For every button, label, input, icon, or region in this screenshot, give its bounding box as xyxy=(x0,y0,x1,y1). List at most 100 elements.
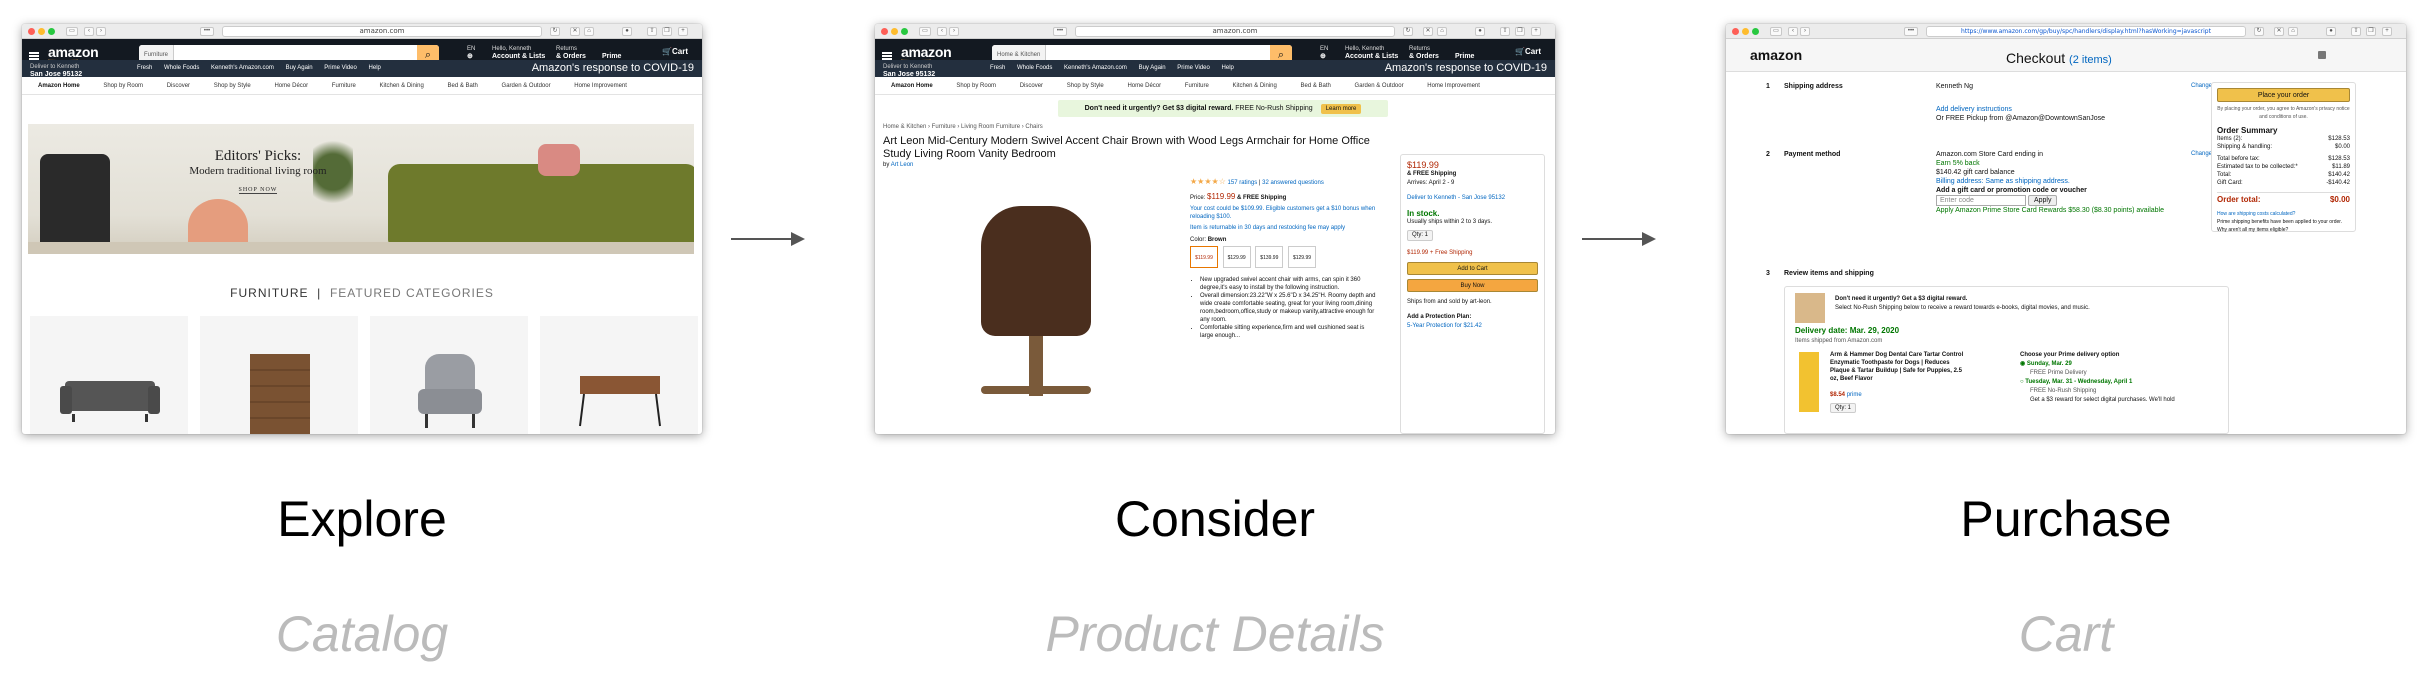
more-icon[interactable]: ••• xyxy=(1053,27,1067,36)
shop-now-link[interactable]: SHOP NOW xyxy=(238,187,278,194)
tabs-icon[interactable]: ❐ xyxy=(662,27,672,36)
minimize-window-button[interactable] xyxy=(891,28,898,35)
catnav-discover[interactable]: Discover xyxy=(167,83,190,89)
close-window-button[interactable] xyxy=(881,28,888,35)
nav-help[interactable]: Help xyxy=(369,65,381,71)
covid-link[interactable]: Amazon's response to COVID-19 xyxy=(1385,62,1547,74)
answered-questions-link[interactable]: 32 answered questions xyxy=(1262,180,1324,186)
home-icon[interactable]: ⌂ xyxy=(1437,27,1447,36)
stop-icon[interactable]: ✕ xyxy=(1423,27,1433,36)
delivery-option-1[interactable]: ◉ Sunday, Mar. 29 xyxy=(2020,360,2072,368)
add-to-cart-button[interactable]: Add to Cart xyxy=(1407,262,1538,275)
extension-icon[interactable]: ● xyxy=(2326,27,2336,36)
home-icon[interactable]: ⌂ xyxy=(2288,27,2298,36)
cart-button[interactable]: 🛒Cart xyxy=(662,47,688,56)
ratings-link[interactable]: 157 ratings xyxy=(1228,180,1258,186)
tabs-icon[interactable]: ❐ xyxy=(2366,27,2376,36)
item-name[interactable]: Arm & Hammer Dog Dental Care Tartar Cont… xyxy=(1830,351,1970,383)
buy-now-button[interactable]: Buy Now xyxy=(1407,279,1538,292)
address-bar[interactable]: https://www.amazon.com/gp/buy/spc/handle… xyxy=(1926,26,2246,37)
nav-fresh[interactable]: Fresh xyxy=(990,65,1005,71)
cost-note[interactable]: Your cost could be $109.99. Eligible cus… xyxy=(1190,205,1378,221)
shipping-calc-link[interactable]: How are shipping costs calculated? xyxy=(2217,210,2350,218)
forward-icon[interactable]: › xyxy=(949,27,959,36)
hamburger-menu-icon[interactable] xyxy=(882,52,892,60)
swatch-2[interactable]: $129.99 xyxy=(1222,246,1251,268)
new-tab-icon[interactable]: + xyxy=(1531,27,1541,36)
delivery-option-2[interactable]: ○ Tuesday, Mar. 31 - Wednesday, April 1 xyxy=(2020,378,2132,386)
nav-kenneths-amazon[interactable]: Kenneth's Amazon.com xyxy=(1064,65,1127,71)
extension-icon[interactable]: ● xyxy=(622,27,632,36)
nav-fresh[interactable]: Fresh xyxy=(137,65,152,71)
more-icon[interactable]: ••• xyxy=(1904,27,1918,36)
protection-plan-checkbox[interactable]: 5-Year Protection for $21.42 xyxy=(1407,322,1538,331)
catnav-bed-bath[interactable]: Bed & Bath xyxy=(1301,83,1331,89)
editors-picks-banner[interactable]: Editors' Picks: Modern traditional livin… xyxy=(28,124,694,254)
category-tile-desk[interactable] xyxy=(540,316,698,434)
nav-prime-video[interactable]: Prime Video xyxy=(1177,65,1210,71)
tabs-icon[interactable]: ❐ xyxy=(1515,27,1525,36)
nav-prime-video[interactable]: Prime Video xyxy=(324,65,357,71)
catnav-furniture[interactable]: Furniture xyxy=(332,83,356,89)
category-tile-dresser[interactable] xyxy=(200,316,358,434)
new-tab-icon[interactable]: + xyxy=(678,27,688,36)
sidebar-icon[interactable]: ▭ xyxy=(66,27,78,36)
catnav-shop-by-room[interactable]: Shop by Room xyxy=(103,83,143,89)
orders-link[interactable]: Returns & Orders xyxy=(1409,45,1439,61)
catnav-kitchen-dining[interactable]: Kitchen & Dining xyxy=(379,83,423,89)
new-tab-icon[interactable]: + xyxy=(2382,27,2392,36)
catnav-home-decor[interactable]: Home Décor xyxy=(274,83,308,89)
star-rating-icon[interactable]: ★★★★☆ xyxy=(1190,177,1226,186)
share-icon[interactable]: ⇧ xyxy=(647,27,657,36)
learn-more-button[interactable]: Learn more xyxy=(1320,104,1362,114)
quantity-select[interactable]: Qty: 1 xyxy=(1407,230,1434,241)
nav-whole-foods[interactable]: Whole Foods xyxy=(164,65,199,71)
swatch-3[interactable]: $139.99 xyxy=(1255,246,1284,268)
brand-link[interactable]: Art Leon xyxy=(891,162,914,168)
apply-button[interactable]: Apply xyxy=(2027,195,2058,206)
returnable-note[interactable]: Item is returnable in 30 days and restoc… xyxy=(1190,224,1378,232)
extension-icon[interactable]: ● xyxy=(1475,27,1485,36)
catnav-home-decor[interactable]: Home Décor xyxy=(1127,83,1161,89)
close-window-button[interactable] xyxy=(1732,28,1739,35)
forward-icon[interactable]: › xyxy=(1800,27,1810,36)
share-icon[interactable]: ⇧ xyxy=(2351,27,2361,36)
swatch-brown[interactable]: $119.99 xyxy=(1190,246,1218,268)
change-payment-link[interactable]: Change xyxy=(2191,150,2212,159)
hamburger-menu-icon[interactable] xyxy=(29,52,39,60)
add-gift-card-toggle[interactable]: Add a gift card or promotion code or vou… xyxy=(1936,186,2176,195)
minimize-window-button[interactable] xyxy=(38,28,45,35)
catnav-discover[interactable]: Discover xyxy=(1020,83,1043,89)
catnav-shop-by-room[interactable]: Shop by Room xyxy=(956,83,996,89)
maximize-window-button[interactable] xyxy=(1752,28,1759,35)
catnav-kitchen-dining[interactable]: Kitchen & Dining xyxy=(1232,83,1276,89)
reload-icon[interactable]: ↻ xyxy=(550,27,560,36)
orders-link[interactable]: Returns & Orders xyxy=(556,45,586,61)
stop-icon[interactable]: ✕ xyxy=(570,27,580,36)
gift-code-input[interactable]: Enter code xyxy=(1936,195,2026,206)
language-select[interactable]: EN ⊕ xyxy=(467,45,475,61)
more-icon[interactable]: ••• xyxy=(200,27,214,36)
catnav-amazon-home[interactable]: Amazon Home xyxy=(891,83,933,89)
address-bar[interactable]: amazon.com xyxy=(1075,26,1395,37)
sidebar-icon[interactable]: ▭ xyxy=(1770,27,1782,36)
address-bar[interactable]: amazon.com xyxy=(222,26,542,37)
nav-whole-foods[interactable]: Whole Foods xyxy=(1017,65,1052,71)
catnav-garden-outdoor[interactable]: Garden & Outdoor xyxy=(1355,83,1404,89)
language-select[interactable]: EN ⊕ xyxy=(1320,45,1328,61)
swatch-4[interactable]: $129.99 xyxy=(1288,246,1317,268)
minimize-window-button[interactable] xyxy=(1742,28,1749,35)
rewards-checkbox[interactable]: Apply Amazon Prime Store Card Rewards $5… xyxy=(1936,206,2176,215)
nav-kenneths-amazon[interactable]: Kenneth's Amazon.com xyxy=(211,65,274,71)
home-icon[interactable]: ⌂ xyxy=(584,27,594,36)
catnav-furniture[interactable]: Furniture xyxy=(1185,83,1209,89)
catnav-amazon-home[interactable]: Amazon Home xyxy=(38,83,80,89)
sidebar-icon[interactable]: ▭ xyxy=(919,27,931,36)
cart-button[interactable]: 🛒Cart xyxy=(1515,47,1541,56)
close-window-button[interactable] xyxy=(28,28,35,35)
nav-help[interactable]: Help xyxy=(1222,65,1234,71)
place-order-button[interactable]: Place your order xyxy=(2217,88,2350,102)
back-icon[interactable]: ‹ xyxy=(937,27,947,36)
covid-link[interactable]: Amazon's response to COVID-19 xyxy=(532,62,694,74)
category-tile-armchair[interactable] xyxy=(370,316,528,434)
